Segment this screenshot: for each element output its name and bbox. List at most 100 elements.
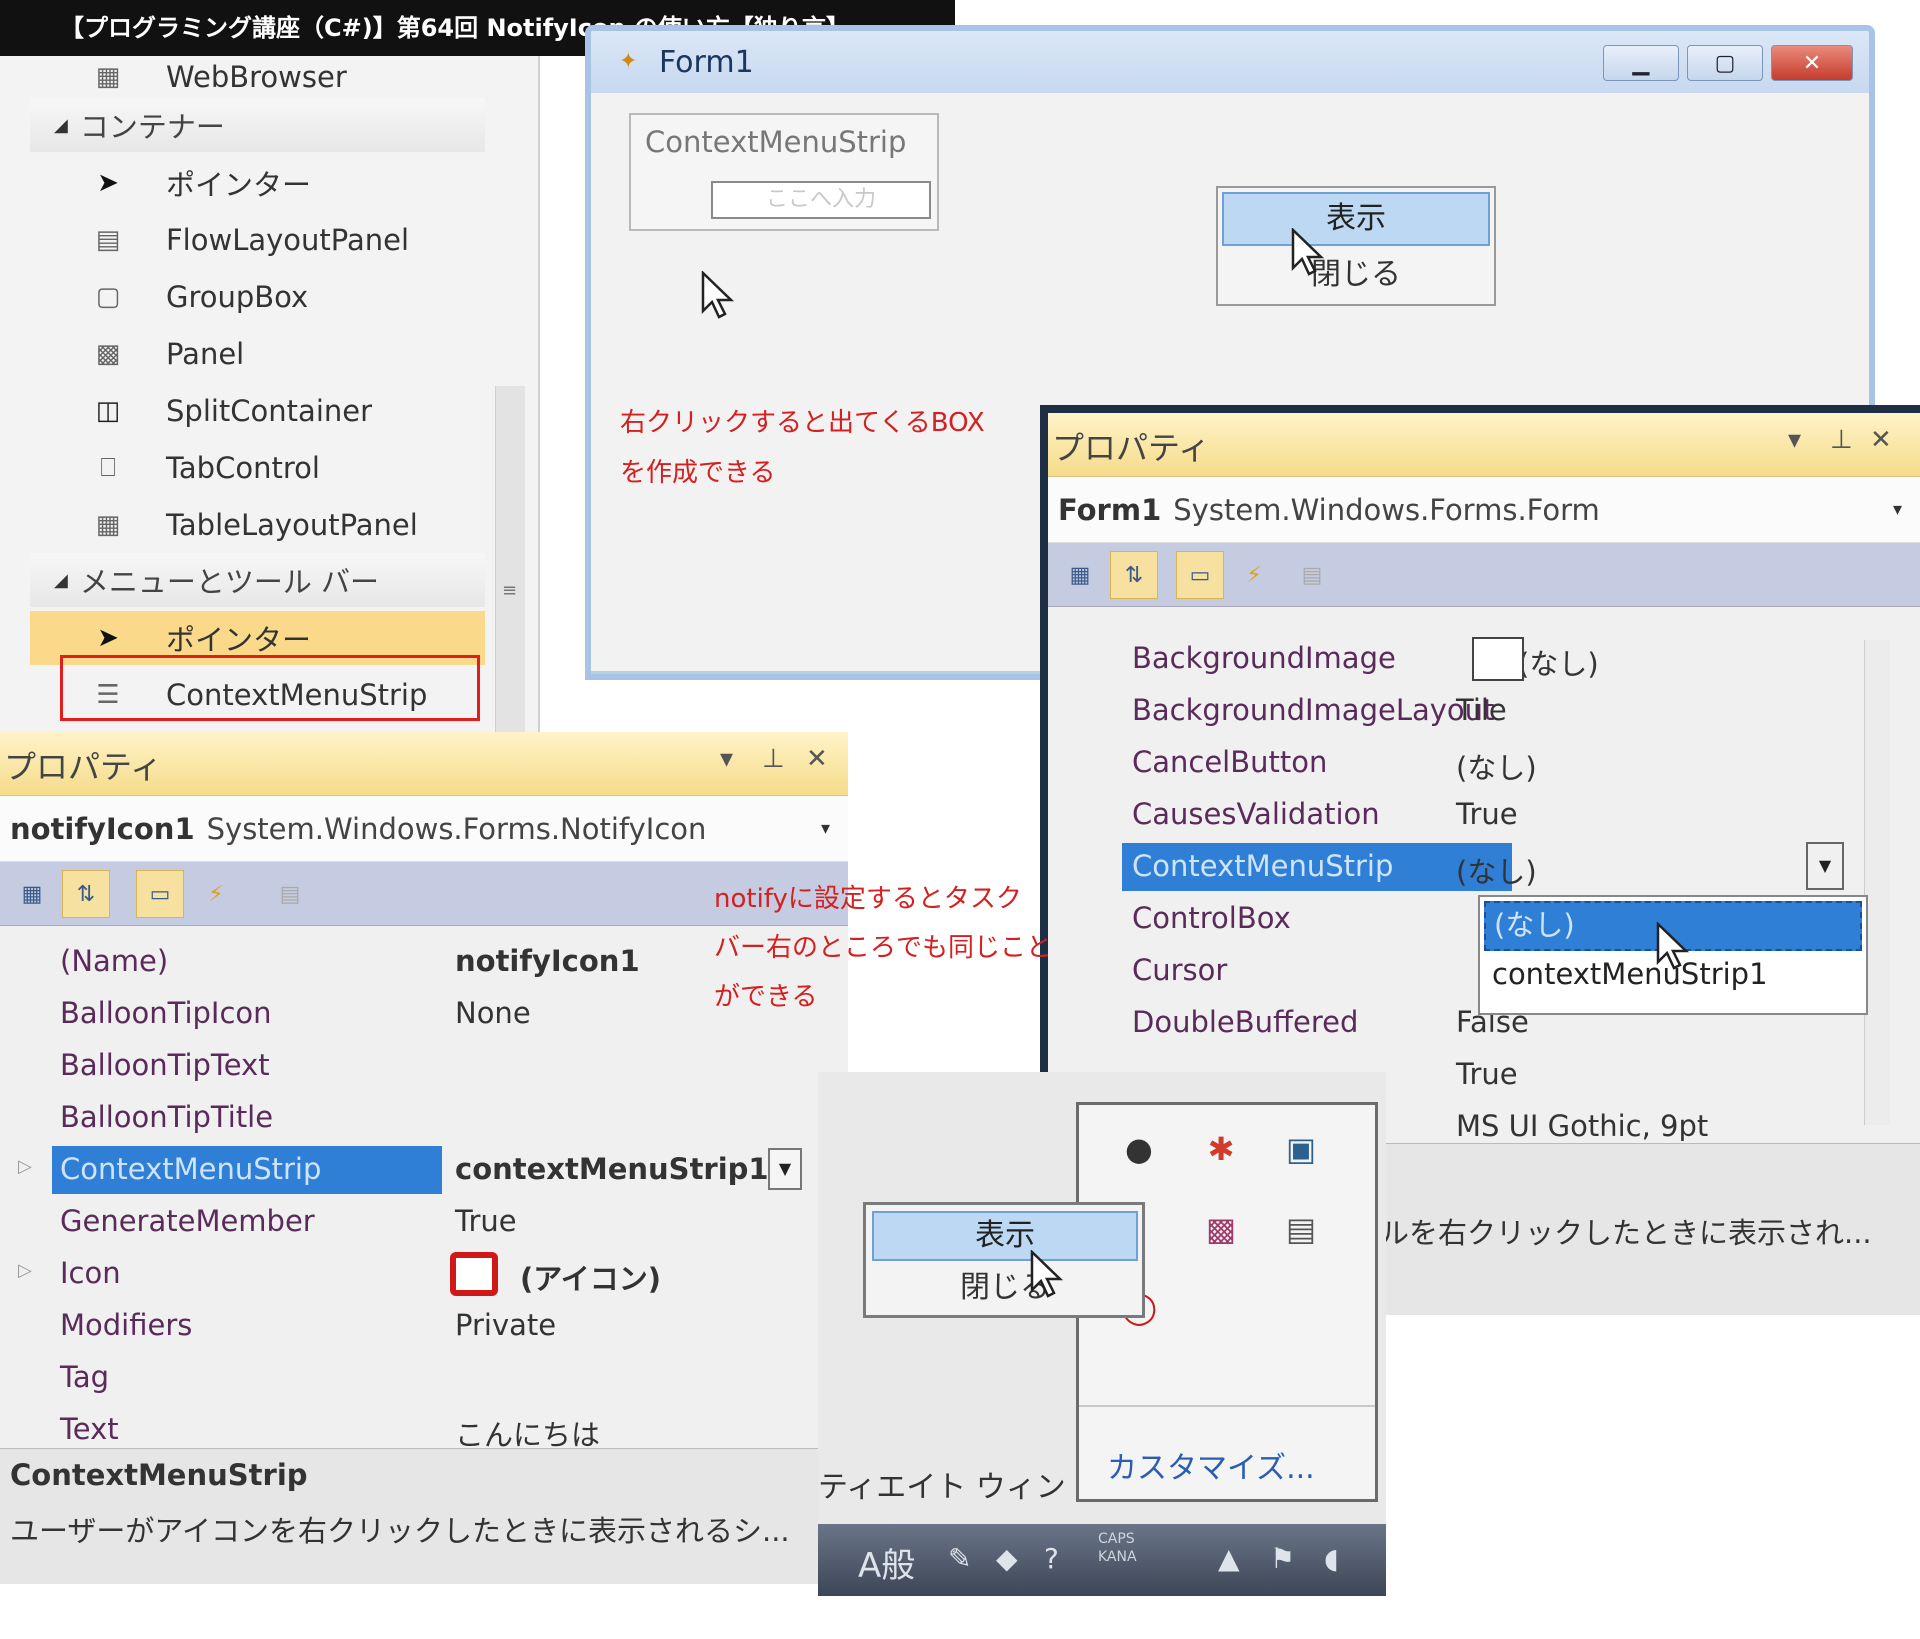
toolbox-category-menus-toolbars[interactable]: ◢ メニューとツール バー	[30, 553, 485, 607]
flowlayoutpanel-icon: ▤	[95, 225, 121, 255]
property-name: BalloonTipTitle	[60, 1100, 274, 1134]
bug-icon[interactable]: ✱	[1199, 1127, 1243, 1171]
property-row-contextmenustrip[interactable]: ContextMenuStrip (なし)	[1048, 841, 1920, 893]
events-lightning-icon[interactable]: ⚡	[1230, 551, 1278, 599]
toolbox-scrollbar[interactable]	[495, 386, 525, 736]
divider	[1079, 1405, 1375, 1407]
dropdown-arrow-icon[interactable]: ▾	[1788, 425, 1801, 455]
property-value: こんにちは	[455, 1418, 601, 1448]
tabcontrol-icon: ⎕	[100, 452, 116, 483]
contextmenustrip-designer-tab[interactable]: ContextMenuStrip ここへ入力	[629, 113, 939, 231]
property-row[interactable]: CausesValidation True	[1048, 789, 1920, 841]
globe-icon[interactable]: ●	[1117, 1127, 1161, 1171]
properties-view-icon[interactable]: ▭	[136, 870, 184, 918]
form1-caption: Form1	[659, 45, 754, 80]
annotation-note: notifyに設定するとタスク バー右のところでも同じこと ができる	[714, 875, 1052, 1022]
taskbar-notification-area: ● ✱ ▣ ▩ ▤ ◯ カスタマイズ... 表示 閉じる ティエイト ウィン A…	[818, 1072, 1386, 1596]
type-here-input[interactable]: ここへ入力	[711, 181, 931, 219]
toolbox-item-flowlayoutpanel[interactable]: ▤ FlowLayoutPanel	[30, 213, 485, 267]
app-icon[interactable]: ▩	[1199, 1207, 1243, 1251]
property-row[interactable]: Modifiers Private	[0, 1300, 848, 1352]
property-row[interactable]: BalloonTipTitle	[0, 1092, 848, 1144]
object-name: Form1	[1058, 493, 1162, 527]
property-name: Cursor	[1132, 953, 1228, 987]
categorized-icon[interactable]: ▦	[8, 870, 56, 918]
kana-label: KANA	[1098, 1549, 1137, 1565]
chevron-down-icon[interactable]: ▾	[821, 796, 830, 862]
property-pages-icon[interactable]: ▤	[1288, 551, 1336, 599]
property-value: (アイコン)	[520, 1262, 662, 1296]
property-name: Text	[60, 1412, 119, 1446]
chevron-down-icon[interactable]: ▾	[1893, 477, 1902, 543]
menu-item-close[interactable]: 閉じる	[1222, 248, 1490, 302]
events-lightning-icon[interactable]: ⚡	[192, 870, 240, 918]
menu-item-show[interactable]: 表示	[872, 1211, 1138, 1261]
property-name: CausesValidation	[1132, 797, 1380, 831]
alphabetical-sort-icon[interactable]: ⇅	[1110, 551, 1158, 599]
close-icon[interactable]: ✕	[1870, 425, 1892, 455]
toolbox-item-panel[interactable]: ▩ Panel	[30, 327, 485, 381]
mouse-cursor-icon	[701, 271, 735, 319]
toolbox-item-webbrowser[interactable]: ▦ WebBrowser	[30, 56, 485, 104]
ime-tool-icon[interactable]: ✎	[948, 1542, 971, 1575]
categorized-icon[interactable]: ▦	[1056, 551, 1104, 599]
toolbox-item-splitcontainer[interactable]: ◫ SplitContainer	[30, 384, 485, 438]
volume-icon[interactable]: ◖	[1324, 1542, 1339, 1575]
action-center-flag-icon[interactable]: ⚑	[1270, 1542, 1295, 1575]
property-row[interactable]: ▷ Icon (アイコン)	[0, 1248, 848, 1300]
maximize-button[interactable]: ▢	[1687, 45, 1763, 81]
form1-title-bar[interactable]: ✦ Form1 ▁ ▢ ✕	[591, 31, 1869, 93]
properties-scrollbar[interactable]	[1864, 640, 1890, 1125]
dropdown-option-contextmenustrip1[interactable]: contextMenuStrip1	[1484, 957, 1768, 991]
toolbox-item-label: ポインター	[166, 168, 312, 202]
close-button[interactable]: ✕	[1771, 45, 1853, 81]
property-name: ContextMenuStrip	[52, 1146, 442, 1194]
alphabetical-sort-icon[interactable]: ⇅	[62, 870, 110, 918]
close-icon[interactable]: ✕	[806, 744, 828, 774]
expand-arrow-icon[interactable]: ▷	[18, 1156, 32, 1177]
object-selector[interactable]: notifyIcon1 System.Windows.Forms.NotifyIc…	[0, 796, 848, 862]
property-row[interactable]: CancelButton (なし)	[1048, 737, 1920, 789]
toolbox-item-tablelayoutpanel[interactable]: ▦ TableLayoutPanel	[30, 498, 485, 552]
red-highlight-box	[60, 655, 480, 721]
dropdown-button[interactable]: ▼	[768, 1148, 802, 1190]
property-row[interactable]: Tag	[0, 1352, 848, 1404]
menu-item-show[interactable]: 表示	[1222, 192, 1490, 246]
toolbox-item-label: Panel	[166, 337, 245, 371]
pin-icon[interactable]: ⊥	[1830, 425, 1853, 455]
minimize-button[interactable]: ▁	[1603, 45, 1679, 81]
property-row-contextmenustrip[interactable]: ▷ ContextMenuStrip contextMenuStrip1	[0, 1144, 848, 1196]
pin-icon[interactable]: ⊥	[762, 744, 785, 774]
property-row[interactable]: BackgroundImageLayout Tile	[1048, 685, 1920, 737]
customize-link[interactable]: カスタマイズ...	[1107, 1443, 1315, 1487]
show-hidden-icons-button[interactable]: ▲	[1218, 1542, 1240, 1575]
toolbox-item-tabcontrol[interactable]: ⎕ TabControl	[30, 441, 485, 495]
properties-title: プロパティ	[4, 748, 163, 786]
menu-item-close[interactable]: 閉じる	[872, 1263, 1138, 1313]
property-pages-icon[interactable]: ▤	[266, 870, 314, 918]
object-selector[interactable]: Form1 System.Windows.Forms.Form ▾	[1048, 477, 1920, 543]
property-row[interactable]: Text こんにちは	[0, 1404, 848, 1448]
ime-dictionary-icon[interactable]: ◆	[996, 1542, 1018, 1575]
monitor-icon[interactable]: ▣	[1279, 1127, 1323, 1171]
toolbox-category-containers[interactable]: ◢ コンテナー	[30, 98, 485, 152]
object-class: System.Windows.Forms.NotifyIcon	[206, 812, 707, 846]
property-row[interactable]: GenerateMember True	[0, 1196, 848, 1248]
dropdown-arrow-icon[interactable]: ▾	[720, 744, 733, 774]
toolbox-item-groupbox[interactable]: ▢ GroupBox	[30, 270, 485, 324]
toolbox-item-pointer[interactable]: ➤ ポインター	[30, 156, 485, 210]
scroll-grip-icon[interactable]: ≡	[502, 580, 518, 608]
toolbox-item-label: TableLayoutPanel	[166, 508, 418, 542]
context-menu-preview: 表示 閉じる	[1216, 186, 1496, 306]
dropdown-button[interactable]: ▼	[1806, 842, 1844, 890]
properties-view-icon[interactable]: ▭	[1176, 551, 1224, 599]
expand-arrow-icon[interactable]: ▷	[18, 1260, 32, 1281]
property-row[interactable]: BalloonTipText	[0, 1040, 848, 1092]
annotation-note-line: バー右のところでも同じこと	[714, 933, 1053, 963]
property-name: Icon	[60, 1256, 121, 1290]
properties-title: プロパティ	[1052, 429, 1211, 467]
ime-indicator[interactable]: A般	[858, 1538, 915, 1587]
toolbox-item-label: ポインター	[166, 623, 312, 657]
help-icon[interactable]: ?	[1044, 1542, 1059, 1575]
device-icon[interactable]: ▤	[1279, 1207, 1323, 1251]
